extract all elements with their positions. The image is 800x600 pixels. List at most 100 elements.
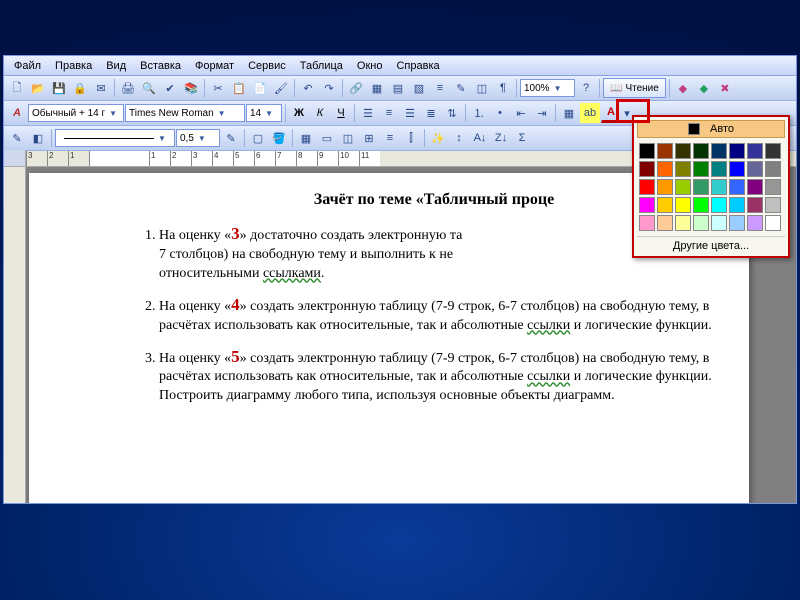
new-doc-icon[interactable]: 🗋 [7, 78, 27, 98]
addin-icon-3[interactable]: ✖ [715, 78, 735, 98]
color-swatch[interactable] [747, 143, 763, 159]
color-swatch[interactable] [693, 143, 709, 159]
color-swatch[interactable] [675, 215, 691, 231]
research-icon[interactable]: 📚 [181, 78, 201, 98]
numbered-list-icon[interactable]: ⒈ [469, 103, 489, 123]
eraser-icon[interactable]: ◧ [28, 128, 48, 148]
insert-table2-icon[interactable]: ▦ [296, 128, 316, 148]
hyperlink-icon[interactable]: 🔗 [346, 78, 366, 98]
docmap-icon[interactable]: ◫ [472, 78, 492, 98]
align-justify-icon[interactable]: ≣ [421, 103, 441, 123]
preview-icon[interactable]: 🔍 [139, 78, 159, 98]
color-swatch[interactable] [675, 197, 691, 213]
save-icon[interactable]: 💾 [49, 78, 69, 98]
autoformat-icon[interactable]: ✨ [428, 128, 448, 148]
menu-file[interactable]: Файл [8, 58, 47, 74]
indent-icon[interactable]: ⇥ [532, 103, 552, 123]
columns-icon[interactable]: ≡ [430, 78, 450, 98]
color-swatch[interactable] [693, 197, 709, 213]
color-swatch[interactable] [675, 161, 691, 177]
align-cell-icon[interactable]: ⊞ [359, 128, 379, 148]
color-swatch[interactable] [747, 161, 763, 177]
color-swatch[interactable] [657, 179, 673, 195]
font-color-dropdown[interactable]: ▾ [622, 103, 632, 123]
drawing-icon[interactable]: ✎ [451, 78, 471, 98]
text-direction-icon[interactable]: ↕ [449, 128, 469, 148]
color-swatch[interactable] [657, 215, 673, 231]
draw-table-icon[interactable]: ✎ [7, 128, 27, 148]
color-auto-button[interactable]: Авто [637, 120, 785, 138]
format-painter-icon[interactable]: 🖌 [271, 78, 291, 98]
bold-button[interactable]: Ж [289, 103, 309, 123]
outdent-icon[interactable]: ⇤ [511, 103, 531, 123]
color-swatch[interactable] [711, 215, 727, 231]
color-swatch[interactable] [729, 197, 745, 213]
sort-asc-icon[interactable]: A↓ [470, 128, 490, 148]
more-colors-button[interactable]: Другие цвета... [637, 236, 785, 253]
border-color-icon[interactable]: ✎ [221, 128, 241, 148]
highlight-icon[interactable]: ab [580, 103, 600, 123]
styles-pane-icon[interactable]: A [7, 103, 27, 123]
color-swatch[interactable] [747, 215, 763, 231]
line-style-combo[interactable]: ▼ [55, 129, 175, 147]
color-swatch[interactable] [657, 197, 673, 213]
zoom-combo[interactable]: 100% ▼ [520, 79, 575, 97]
mail-icon[interactable]: ✉ [91, 78, 111, 98]
color-swatch[interactable] [711, 197, 727, 213]
italic-button[interactable]: К [310, 103, 330, 123]
color-swatch[interactable] [693, 161, 709, 177]
borders-icon[interactable]: ▦ [559, 103, 579, 123]
help-icon[interactable]: ? [576, 78, 596, 98]
redo-icon[interactable]: ↷ [319, 78, 339, 98]
color-swatch[interactable] [639, 179, 655, 195]
underline-button[interactable]: Ч [331, 103, 351, 123]
style-combo[interactable]: Обычный + 14 г ▼ [28, 104, 124, 122]
line-weight-combo[interactable]: 0,5 ▼ [176, 129, 220, 147]
menu-edit[interactable]: Правка [49, 58, 98, 74]
color-swatch[interactable] [711, 179, 727, 195]
excel-icon[interactable]: ▧ [409, 78, 429, 98]
addin-icon-1[interactable]: ◆ [673, 78, 693, 98]
outside-border-icon[interactable]: ▢ [248, 128, 268, 148]
color-swatch[interactable] [765, 197, 781, 213]
print-icon[interactable]: 🖨 [118, 78, 138, 98]
color-swatch[interactable] [693, 215, 709, 231]
linespacing-icon[interactable]: ⇅ [442, 103, 462, 123]
menu-help[interactable]: Справка [390, 58, 445, 74]
distribute-rows-icon[interactable]: ≡ [380, 128, 400, 148]
menu-table[interactable]: Таблица [294, 58, 349, 74]
menu-insert[interactable]: Вставка [134, 58, 187, 74]
paste-icon[interactable]: 📄 [250, 78, 270, 98]
font-color-button[interactable]: A [601, 103, 621, 123]
align-right-icon[interactable]: ☰ [400, 103, 420, 123]
color-swatch[interactable] [765, 143, 781, 159]
color-swatch[interactable] [729, 179, 745, 195]
color-swatch[interactable] [693, 179, 709, 195]
menu-format[interactable]: Формат [189, 58, 240, 74]
font-combo[interactable]: Times New Roman ▼ [125, 104, 245, 122]
color-swatch[interactable] [657, 143, 673, 159]
sort-desc-icon[interactable]: Z↓ [491, 128, 511, 148]
shading-icon[interactable]: 🪣 [269, 128, 289, 148]
fontsize-combo[interactable]: 14 ▼ [246, 104, 282, 122]
color-swatch[interactable] [765, 215, 781, 231]
menu-view[interactable]: Вид [100, 58, 132, 74]
color-swatch[interactable] [765, 161, 781, 177]
autosum-icon[interactable]: Σ [512, 128, 532, 148]
show-marks-icon[interactable]: ¶ [493, 78, 513, 98]
undo-icon[interactable]: ↶ [298, 78, 318, 98]
split-cells-icon[interactable]: ◫ [338, 128, 358, 148]
vertical-ruler[interactable] [4, 167, 26, 503]
insert-table-icon[interactable]: ▤ [388, 78, 408, 98]
color-swatch[interactable] [765, 179, 781, 195]
color-swatch[interactable] [729, 143, 745, 159]
color-swatch[interactable] [747, 197, 763, 213]
color-swatch[interactable] [657, 161, 673, 177]
color-swatch[interactable] [711, 161, 727, 177]
color-swatch[interactable] [711, 143, 727, 159]
menu-service[interactable]: Сервис [242, 58, 292, 74]
spell-icon[interactable]: ✔ [160, 78, 180, 98]
color-swatch[interactable] [639, 215, 655, 231]
merge-cells-icon[interactable]: ▭ [317, 128, 337, 148]
addin-icon-2[interactable]: ◆ [694, 78, 714, 98]
